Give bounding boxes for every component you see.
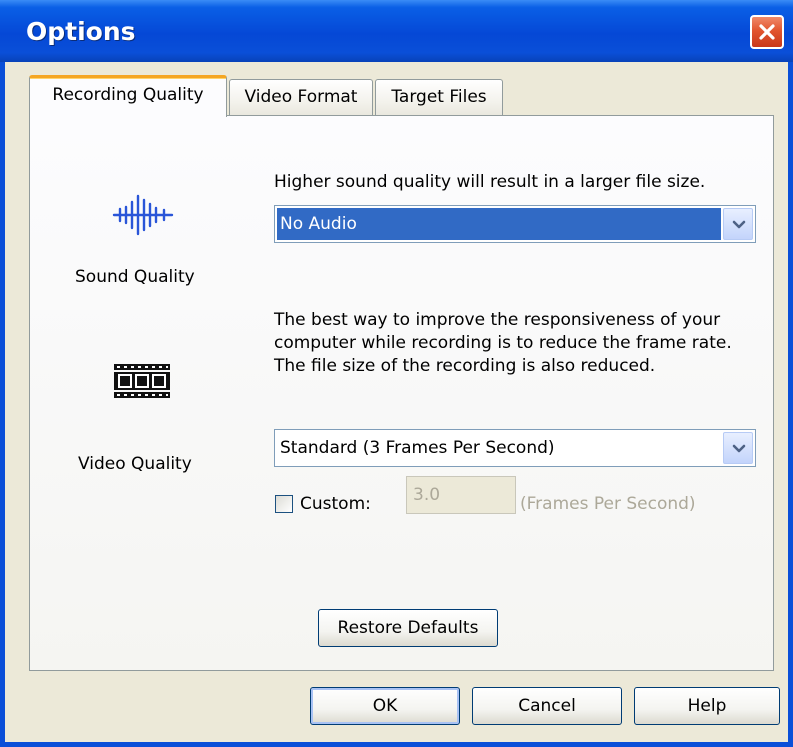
tab-label: Target Files [391, 87, 487, 107]
video-quality-description: The best way to improve the responsivene… [274, 310, 732, 376]
window-title: Options [26, 17, 136, 46]
sound-quality-select[interactable]: No Audio [274, 205, 756, 243]
tab-video-format[interactable]: Video Format [229, 79, 373, 117]
sound-wave-icon [112, 194, 174, 236]
sound-quality-value: No Audio [277, 208, 721, 240]
sound-quality-label: Sound Quality [75, 267, 195, 287]
sound-dropdown-button[interactable] [723, 208, 753, 240]
custom-label[interactable]: Custom: [300, 494, 371, 514]
chevron-down-icon [732, 444, 746, 453]
title-bar[interactable]: Options [0, 0, 793, 62]
tab-label: Video Format [244, 87, 358, 107]
tab-recording-quality[interactable]: Recording Quality [29, 75, 227, 117]
help-button[interactable]: Help [634, 687, 780, 725]
chevron-down-icon [732, 220, 746, 229]
video-quality-value: Standard (3 Frames Per Second) [280, 438, 555, 458]
dialog-client-area: Recording Quality Video Format Target Fi… [5, 62, 788, 742]
tab-label: Recording Quality [52, 85, 204, 105]
video-quality-label: Video Quality [78, 454, 192, 474]
video-quality-select[interactable]: Standard (3 Frames Per Second) [274, 429, 756, 467]
options-dialog: Options Recording Quality Video Format T… [0, 0, 793, 747]
ok-button[interactable]: OK [310, 687, 460, 725]
fps-unit-label: (Frames Per Second) [520, 494, 696, 514]
sound-quality-description: Higher sound quality will result in a la… [274, 172, 706, 192]
custom-fps-field[interactable]: 3.0 [406, 476, 516, 514]
video-dropdown-button[interactable] [723, 432, 753, 464]
close-icon [759, 24, 775, 40]
restore-defaults-button[interactable]: Restore Defaults [318, 609, 498, 647]
tab-target-files[interactable]: Target Files [375, 79, 503, 117]
recording-quality-panel: Sound Quality Higher sound quality will … [29, 115, 774, 671]
film-strip-icon [114, 364, 170, 398]
close-button[interactable] [750, 15, 784, 49]
custom-checkbox[interactable] [275, 495, 293, 513]
cancel-button[interactable]: Cancel [472, 687, 622, 725]
